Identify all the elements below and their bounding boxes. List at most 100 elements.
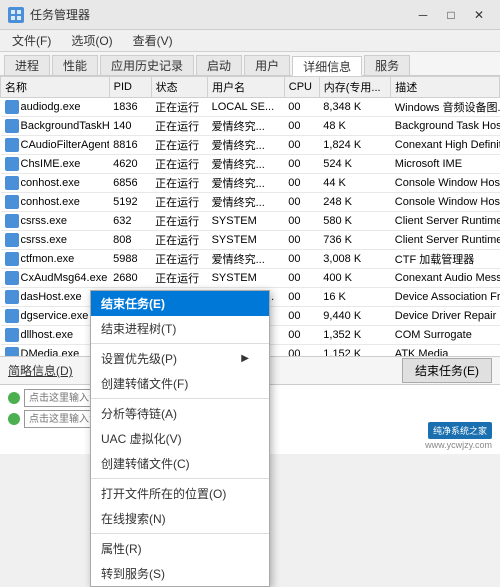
context-menu-item[interactable]: 结束进程树(T) [91,316,269,341]
col-pid[interactable]: PID [109,77,151,98]
process-name: ChsIME.exe [21,158,81,170]
table-row[interactable]: audiodg.exe1836正在运行LOCAL SE...008,348 KW… [1,98,500,117]
tab-startup[interactable]: 启动 [196,55,242,75]
end-task-button[interactable]: 结束任务(E) [402,358,492,383]
process-icon [5,271,19,285]
user-cell: 爱情终究... [208,250,285,269]
process-name: csrss.exe [21,215,67,227]
mem-cell: 580 K [319,212,391,231]
table-row[interactable]: conhost.exe5192正在运行爱情终究...00248 KConsole… [1,193,500,212]
context-menu-item[interactable]: 创建转储文件(F) [91,371,269,396]
context-menu-item[interactable]: 转到服务(S) [91,561,269,586]
cpu-cell: 00 [284,155,319,174]
desc-cell: COM Surrogate [391,326,500,345]
process-name: conhost.exe [21,177,80,189]
tab-services[interactable]: 服务 [364,55,410,75]
tab-users[interactable]: 用户 [244,55,290,75]
tab-performance[interactable]: 性能 [52,55,98,75]
desc-cell: CTF 加载管理器 [391,250,500,269]
process-icon [5,214,19,228]
desc-cell: Client Server Runtime ... [391,212,500,231]
col-mem[interactable]: 内存(专用... [319,77,391,98]
status-cell: 正在运行 [151,250,208,269]
context-menu-item[interactable]: UAC 虚拟化(V) [91,426,269,451]
context-menu-item[interactable]: 在线搜索(N) [91,506,269,531]
user-cell: 爱情终究... [208,155,285,174]
cpu-cell: 00 [284,174,319,193]
desc-cell: Conexant High Definit... [391,136,500,155]
context-menu-item[interactable]: 创建转储文件(C) [91,451,269,476]
pid-cell: 140 [109,117,151,136]
cpu-cell: 00 [284,269,319,288]
close-button[interactable]: ✕ [466,5,492,25]
cpu-cell: 00 [284,193,319,212]
tab-details[interactable]: 详细信息 [292,56,362,76]
cpu-cell: 00 [284,98,319,117]
cpu-cell: 00 [284,326,319,345]
context-menu-separator [91,533,269,534]
user-cell: SYSTEM [208,269,285,288]
mem-cell: 736 K [319,231,391,250]
desc-cell: Windows 音频设备图... [391,98,500,117]
status-cell: 正在运行 [151,155,208,174]
col-user[interactable]: 用户名 [208,77,285,98]
user-cell: 爱情终究... [208,174,285,193]
table-row[interactable]: csrss.exe808正在运行SYSTEM00736 KClient Serv… [1,231,500,250]
table-row[interactable]: conhost.exe6856正在运行爱情终究...0044 KConsole … [1,174,500,193]
context-menu-item[interactable]: 设置优先级(P)▶ [91,346,269,371]
status-cell: 正在运行 [151,269,208,288]
process-name: CxAudMsg64.exe [21,272,108,284]
tab-processes[interactable]: 进程 [4,55,50,75]
mem-cell: 1,352 K [319,326,391,345]
col-cpu[interactable]: CPU [284,77,319,98]
user-cell: SYSTEM [208,231,285,250]
mem-cell: 9,440 K [319,307,391,326]
context-menu: 结束任务(E)结束进程树(T) 设置优先级(P)▶创建转储文件(F) 分析等待链(A… [90,290,270,587]
process-icon [5,119,19,133]
pid-cell: 5192 [109,193,151,212]
desc-cell: Microsoft IME [391,155,500,174]
user-cell: LOCAL SE... [208,98,285,117]
process-name: dllhost.exe [21,329,74,341]
mem-cell: 400 K [319,269,391,288]
col-desc[interactable]: 描述 [391,77,500,98]
process-icon [5,347,19,356]
process-icon [5,100,19,114]
menu-options[interactable]: 选项(O) [63,30,120,51]
table-row[interactable]: BackgroundTaskH...140正在运行爱情终究...0048 KBa… [1,117,500,136]
tab-app-history[interactable]: 应用历史记录 [100,55,194,75]
desc-cell: Device Driver Repair ... [391,307,500,326]
title-text: 任务管理器 [30,6,90,23]
cpu-cell: 00 [284,231,319,250]
table-row[interactable]: CAudioFilterAgent...8816正在运行爱情终究...001,8… [1,136,500,155]
process-name: CAudioFilterAgent... [21,139,110,151]
process-icon [5,138,19,152]
context-menu-item[interactable]: 结束任务(E) [91,291,269,316]
mem-cell: 48 K [319,117,391,136]
table-row[interactable]: ChsIME.exe4620正在运行爱情终究...00524 KMicrosof… [1,155,500,174]
process-icon [5,328,19,342]
process-icon [5,290,19,304]
menu-view[interactable]: 查看(V) [125,30,181,51]
context-menu-item[interactable]: 分析等待链(A) [91,401,269,426]
minimize-button[interactable]: ─ [410,5,436,25]
pid-cell: 2680 [109,269,151,288]
green-dot-2 [8,413,20,425]
col-name[interactable]: 名称 [1,77,110,98]
brief-info-label[interactable]: 简略信息(D) [8,362,73,379]
table-row[interactable]: csrss.exe632正在运行SYSTEM00580 KClient Serv… [1,212,500,231]
table-row[interactable]: CxAudMsg64.exe2680正在运行SYSTEM00400 KConex… [1,269,500,288]
process-icon [5,233,19,247]
pid-cell: 6856 [109,174,151,193]
context-menu-item[interactable]: 打开文件所在的位置(O) [91,481,269,506]
table-row[interactable]: ctfmon.exe5988正在运行爱情终究...003,008 KCTF 加载… [1,250,500,269]
menu-file[interactable]: 文件(F) [4,30,59,51]
context-menu-item[interactable]: 属性(R) [91,536,269,561]
status-cell: 正在运行 [151,117,208,136]
maximize-button[interactable]: □ [438,5,464,25]
mem-cell: 248 K [319,193,391,212]
process-icon [5,157,19,171]
col-status[interactable]: 状态 [151,77,208,98]
desc-cell: Background Task Host [391,117,500,136]
cpu-cell: 00 [284,288,319,307]
